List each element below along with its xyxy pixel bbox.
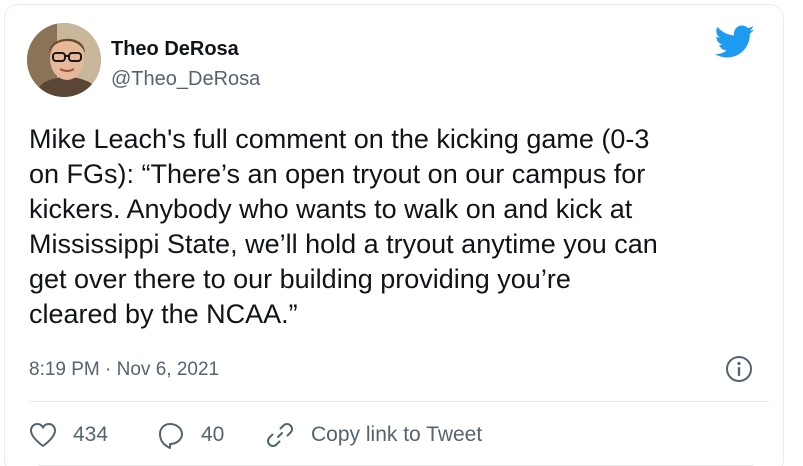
author-handle[interactable]: @Theo_DeRosa (111, 67, 260, 91)
link-icon (265, 420, 295, 450)
twitter-bird-icon[interactable] (714, 25, 755, 59)
reply-button[interactable]: 40 (157, 419, 224, 451)
copy-link-label: Copy link to Tweet (311, 423, 483, 446)
info-icon[interactable] (725, 355, 753, 383)
reply-count: 40 (201, 423, 225, 446)
author-name[interactable]: Theo DeRosa (111, 37, 239, 61)
avatar[interactable] (27, 23, 101, 97)
tweet-card: Theo DeRosa @Theo_DeRosa Mike Leach's fu… (4, 4, 784, 466)
copy-link-button[interactable]: Copy link to Tweet (265, 419, 482, 451)
like-count: 434 (73, 423, 109, 446)
heart-icon (29, 422, 57, 448)
divider (29, 401, 769, 402)
tweet-timestamp[interactable]: 8:19 PM · Nov 6, 2021 (29, 358, 219, 382)
like-button[interactable]: 434 (29, 419, 108, 451)
reply-icon (157, 421, 185, 449)
tweet-text: Mike Leach's full comment on the kicking… (29, 124, 658, 329)
